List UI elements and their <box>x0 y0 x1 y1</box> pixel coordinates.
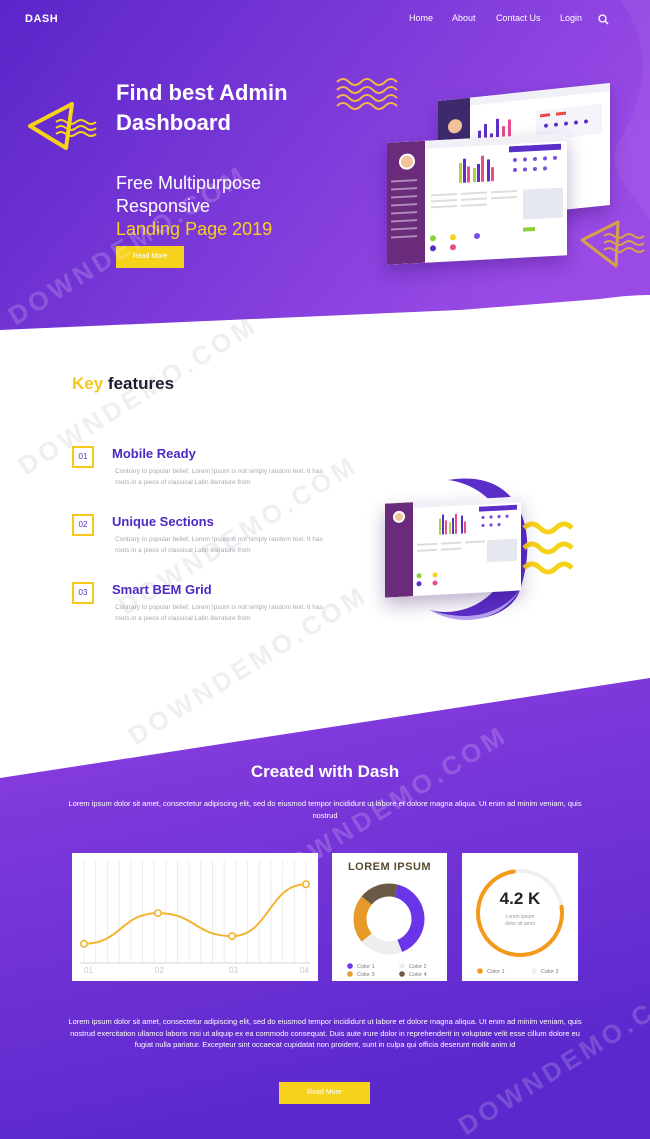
dashboard-mockup-front <box>387 133 567 265</box>
read-more-button[interactable]: Read More <box>279 1082 370 1104</box>
features-title-rest: features <box>103 374 175 393</box>
feature-number: 02 <box>72 514 94 536</box>
legend-swatch <box>347 963 353 969</box>
feature-description: Contrary to popular belief, Lorem Ipsum … <box>115 536 323 554</box>
feature-title: Mobile Ready <box>112 446 196 461</box>
gauge-caption: Lorem ipsum dolor sit amet <box>504 914 535 927</box>
legend-swatch <box>399 971 405 977</box>
data-point <box>228 932 237 941</box>
legend-label: Color 2 <box>541 969 559 975</box>
donut-chart-card: LOREM IPSUM Color 1 Color 2 Color 3 Color 4 <box>332 853 447 981</box>
hero-section: DASH Home About Contact Us Login Find be… <box>0 0 650 335</box>
donut-chart: Color 1 Color 2 Color 3 Color 4 <box>347 883 427 978</box>
legend-label: Color 1 <box>487 969 505 975</box>
data-point <box>154 909 163 918</box>
data-point <box>80 939 89 948</box>
legend-label: Color 1 <box>357 964 375 970</box>
feature-title: Unique Sections <box>112 514 214 529</box>
features-dashboard-mockup <box>385 496 521 598</box>
hero-subtitle-line2: Responsive <box>116 196 211 216</box>
features-title-accent: Key <box>72 374 104 393</box>
feature-title: Smart BEM Grid <box>112 582 212 597</box>
triangle-decor-icon-2 <box>580 220 645 268</box>
gauge-chart-card: Color 1 Color 2 4.2 K Lorem ipsum dolor s… <box>462 853 578 981</box>
bottom-description: Lorem ipsum dolor sit amet, consectetur … <box>68 1017 582 1049</box>
donut-slice <box>361 933 403 955</box>
donut-slice <box>353 896 372 942</box>
site-logo[interactable]: DASH <box>25 13 58 25</box>
nav-link-home[interactable]: Home <box>409 13 433 23</box>
hero-subtitle-line3: Landing Page 2019 <box>116 219 273 239</box>
created-title: Created with Dash <box>250 762 400 781</box>
hero-subtitle: Free Multipurpose Responsive Landing Pag… <box>116 172 336 241</box>
feature-description: Contrary to popular belief, Lorem Ipsum … <box>115 468 323 486</box>
donut-slice <box>361 883 398 906</box>
line-chart: 01 02 03 04 <box>80 861 311 975</box>
legend-label: Color 2 <box>409 964 427 970</box>
wave-decor-icon <box>336 78 398 110</box>
created-description: Lorem ipsum dolor sit amet, consectetur … <box>68 799 582 820</box>
features-title: Key features <box>72 374 174 394</box>
x-tick-label: 04 <box>300 966 309 975</box>
legend-label: Color 3 <box>357 972 375 978</box>
gauge-value: 4.2 K <box>499 889 541 908</box>
donut-slice <box>394 884 425 952</box>
hero-title: Find best Admin Dashboard <box>116 80 288 135</box>
legend-swatch <box>477 968 483 974</box>
legend-swatch <box>399 963 405 969</box>
feature-number: 03 <box>72 582 94 604</box>
nav-link-about[interactable]: About <box>452 13 476 23</box>
triangle-decor-icon <box>28 102 97 150</box>
search-icon[interactable] <box>598 14 609 25</box>
feature-item: 03 Smart BEM Grid Contrary to popular be… <box>72 582 332 632</box>
line-chart-card: 01 02 03 04 <box>72 853 318 981</box>
line-series <box>83 883 307 945</box>
feature-number: 01 <box>72 446 94 468</box>
x-tick-label: 03 <box>229 966 238 975</box>
nav-link-login[interactable]: Login <box>560 13 582 23</box>
donut-chart-title: LOREM IPSUM <box>347 861 432 873</box>
feature-item: 02 Unique Sections Contrary to popular b… <box>72 514 332 564</box>
feature-description: Contrary to popular belief, Lorem Ipsum … <box>115 604 323 622</box>
legend-swatch <box>531 968 537 974</box>
x-tick-label: 02 <box>155 966 164 975</box>
hero-read-more-button[interactable]: Read More <box>116 246 184 268</box>
x-tick-label: 01 <box>84 966 93 975</box>
feature-item: 01 Mobile Ready Contrary to popular beli… <box>72 446 332 496</box>
data-point <box>302 880 311 889</box>
legend-label: Color 4 <box>409 972 427 978</box>
hero-subtitle-line1: Free Multipurpose <box>116 173 262 193</box>
nav-link-contact[interactable]: Contact Us <box>496 13 541 23</box>
legend-swatch <box>347 971 353 977</box>
